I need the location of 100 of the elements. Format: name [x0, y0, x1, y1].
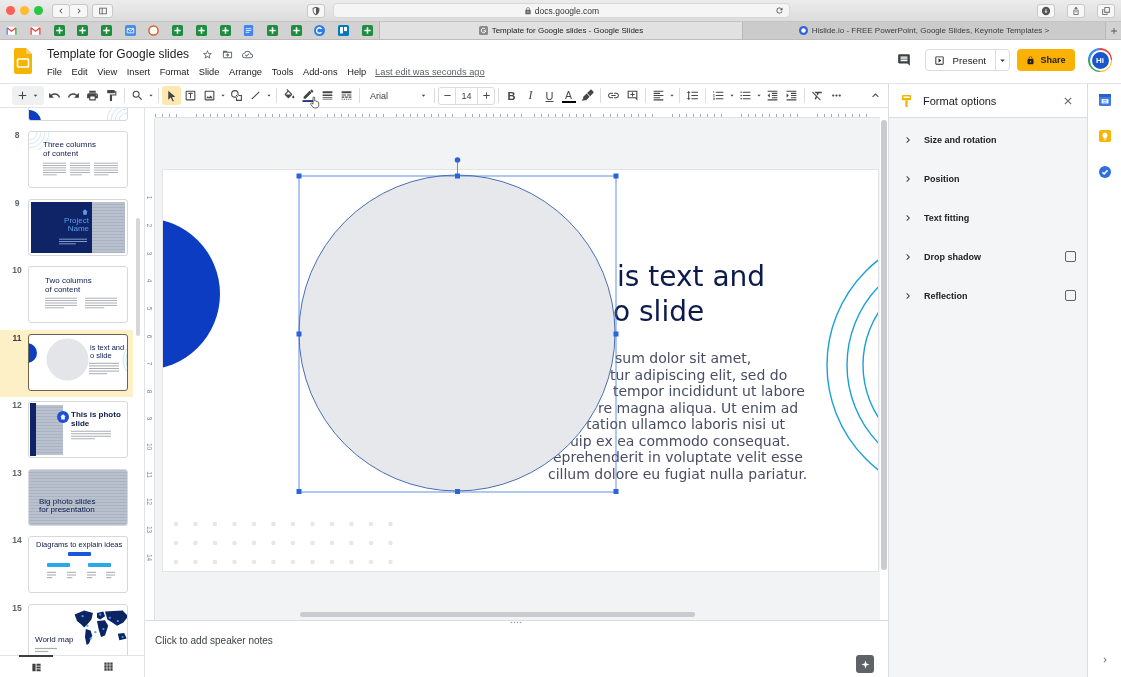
document-icon[interactable] — [243, 25, 255, 36]
shield-button[interactable] — [307, 3, 325, 18]
text-color-button[interactable]: A — [561, 88, 576, 103]
section-header[interactable]: Position — [924, 173, 960, 184]
slide-thumbnail[interactable]: Big photo slides for presentation — [28, 468, 128, 526]
document-title[interactable]: Template for Google slides — [47, 47, 190, 61]
shield-icon — [311, 5, 321, 16]
text-lines-drawing — [67, 571, 76, 579]
slide-thumbnail[interactable]: Three columns of content — [28, 131, 128, 188]
browser-tab[interactable]: Hislide.io - FREE PowerPoint, Google Slides, Keynote Templates > — [742, 22, 1105, 39]
check-circle-icon[interactable] — [1098, 166, 1111, 178]
menu-item[interactable]: Slide — [193, 67, 225, 77]
plus-tile-icon[interactable] — [266, 25, 278, 36]
folder-icon[interactable] — [222, 48, 234, 60]
align-left-icon[interactable] — [652, 89, 665, 102]
menu-item[interactable]: File — [42, 67, 67, 77]
tabs-button[interactable] — [1097, 3, 1115, 18]
circle-logo-icon[interactable] — [314, 25, 326, 36]
reload-icon[interactable] — [775, 6, 784, 15]
slide-number: 15 — [11, 602, 23, 613]
browser-share-button[interactable] — [1067, 3, 1085, 18]
filmstrip-view-icon[interactable] — [30, 661, 42, 673]
plus-tile-icon[interactable] — [361, 25, 373, 36]
plus-tile-icon[interactable] — [195, 25, 207, 36]
plus-tile-icon[interactable] — [172, 25, 184, 36]
indent-decrease-icon[interactable] — [766, 89, 779, 102]
plus-icon[interactable] — [480, 90, 492, 101]
menu-item[interactable]: Help — [342, 67, 372, 77]
print-icon[interactable] — [86, 89, 99, 102]
thumbnail-title: World map — [35, 635, 74, 644]
plus-tile-icon[interactable] — [219, 25, 231, 36]
scrollbar-thumb[interactable] — [300, 612, 695, 617]
play-icon — [933, 54, 945, 66]
checkbox[interactable] — [1065, 290, 1076, 301]
share-button[interactable]: Share — [1017, 49, 1075, 71]
scrollbar-thumb[interactable] — [136, 218, 140, 336]
add-button[interactable] — [12, 86, 44, 105]
board-icon[interactable] — [337, 25, 349, 36]
bulleted-list-icon[interactable] — [739, 89, 752, 102]
slide-number: 12 — [11, 400, 23, 410]
mail-icon[interactable] — [30, 25, 42, 36]
menu-item[interactable]: Arrange — [224, 67, 267, 77]
numbered-list-icon[interactable] — [712, 89, 725, 102]
plus-tile-icon[interactable] — [77, 25, 89, 36]
cloud-check-icon[interactable] — [242, 48, 254, 60]
calendar-icon[interactable] — [1098, 94, 1111, 106]
dash-style-icon[interactable] — [340, 89, 353, 102]
menu-item[interactable]: Add-ons — [298, 67, 343, 77]
plus-tile-icon[interactable] — [101, 25, 113, 36]
line-spacing-icon[interactable] — [686, 89, 699, 102]
download-icon — [1041, 5, 1051, 16]
paint-roller-icon[interactable] — [105, 89, 118, 102]
font-size-field[interactable]: 14 — [455, 87, 478, 104]
menu-item[interactable]: Insert — [122, 67, 155, 77]
italic-button[interactable]: I — [521, 86, 540, 105]
checkbox[interactable] — [1065, 251, 1076, 262]
scrollbar-thumb[interactable] — [881, 120, 887, 570]
grid-view-icon[interactable] — [102, 661, 114, 672]
tool-button[interactable] — [162, 86, 181, 105]
font-dropdown[interactable]: Arial — [363, 86, 431, 105]
comment-plus-icon[interactable] — [626, 89, 639, 102]
menu-item[interactable]: View — [92, 67, 122, 77]
section-header[interactable]: Reflection — [924, 290, 968, 301]
menu-item[interactable]: Format — [154, 67, 194, 77]
menu-item[interactable]: Edit — [66, 67, 93, 77]
download-button[interactable] — [1037, 3, 1055, 18]
section-header[interactable]: Size and rotation — [924, 134, 997, 145]
account-avatar[interactable]: Hi — [1088, 48, 1112, 72]
slide-thumbnail[interactable]: World map — [28, 603, 128, 655]
zoom-icon[interactable] — [131, 89, 144, 102]
menu-item[interactable]: Tools — [266, 67, 299, 77]
underline-button[interactable]: U — [540, 86, 559, 105]
marker-icon[interactable] — [581, 89, 594, 102]
sidebar-icon — [97, 5, 108, 16]
plus-tile-icon[interactable] — [290, 25, 302, 36]
close-window-icon[interactable] — [6, 6, 15, 15]
slide-thumbnail[interactable]: Two columns of content — [28, 266, 128, 323]
indent-increase-icon[interactable] — [785, 89, 798, 102]
bold-button[interactable]: B — [502, 86, 521, 105]
last-edit-link[interactable]: Last edit was seconds ago — [375, 67, 485, 77]
drag-handle-icon[interactable] — [510, 621, 522, 624]
text-lines-drawing — [35, 646, 57, 653]
mail-icon[interactable] — [6, 25, 18, 36]
comment-icon[interactable] — [896, 53, 911, 67]
line-weight-icon[interactable] — [321, 89, 334, 102]
plus-tile-icon[interactable] — [53, 25, 65, 36]
browser-tab[interactable]: Template for Google slides - Google Slides — [379, 22, 742, 39]
address-field[interactable]: docs.google.com — [333, 3, 790, 18]
slide-thumbnail[interactable]: Project Name — [28, 198, 128, 256]
slide-thumbnail[interactable]: This is photo slide — [28, 401, 128, 458]
shapes-icon — [230, 89, 243, 102]
clear-format-icon[interactable] — [811, 89, 824, 102]
section-header[interactable]: Drop shadow — [924, 251, 981, 262]
star-icon[interactable] — [202, 48, 214, 60]
text-lines-drawing — [85, 297, 117, 309]
section-header[interactable]: Text fitting — [924, 212, 970, 223]
envelope-icon[interactable] — [124, 25, 136, 36]
sparkle-button[interactable] — [856, 655, 874, 673]
ring-icon[interactable] — [148, 25, 160, 36]
sidebar-button[interactable] — [92, 3, 113, 18]
